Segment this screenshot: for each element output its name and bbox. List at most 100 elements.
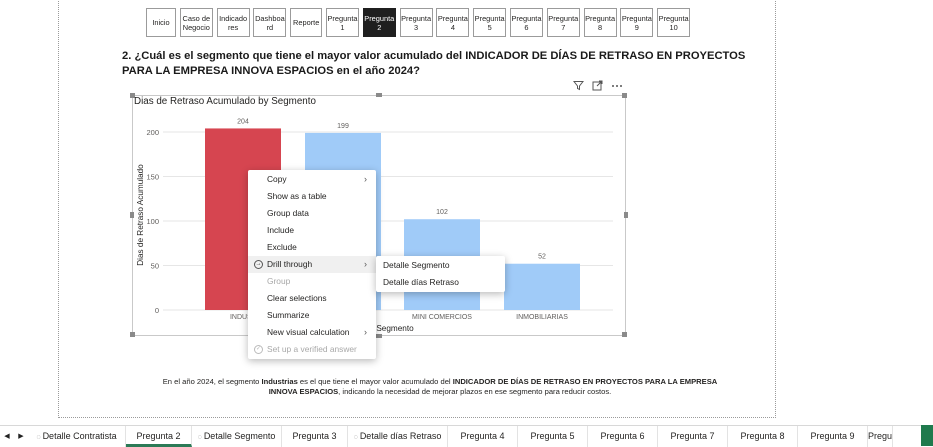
page-tab-label: Pregunta 8 bbox=[740, 431, 785, 441]
page-tab[interactable]: ◌ Detalle Contratista bbox=[28, 426, 126, 447]
nav-button-10[interactable]: Pregunta 5 bbox=[473, 8, 507, 37]
nav-button-8[interactable]: Pregunta 3 bbox=[399, 8, 433, 37]
context-menu-item[interactable]: Group data bbox=[248, 205, 376, 222]
context-menu-label: Show as a table bbox=[267, 191, 327, 201]
data-label: 52 bbox=[538, 254, 546, 261]
context-menu: Copy › Show as a table Group data Include Exc… bbox=[248, 170, 376, 359]
y-tick-label: 100 bbox=[146, 217, 159, 226]
nav-button-11[interactable]: Pregunta 6 bbox=[509, 8, 543, 37]
resize-handle-top[interactable] bbox=[376, 93, 382, 97]
page-tab[interactable]: Pregu bbox=[868, 426, 893, 447]
page-tab-label: Pregunta 3 bbox=[292, 431, 337, 441]
question-heading: 2. ¿Cuál es el segmento que tiene el may… bbox=[122, 50, 746, 77]
context-menu-item[interactable]: New visual calculation › bbox=[248, 324, 376, 341]
navigation-bar: Inicio Caso de Negocio Indicado res Dashboa… bbox=[146, 8, 694, 38]
context-menu-label: Exclude bbox=[267, 242, 297, 252]
y-tick-label: 200 bbox=[146, 128, 159, 137]
page-tab[interactable]: Pregunta 9 bbox=[798, 426, 868, 447]
page-tab-bar: ◀ ▶ ◌ Detalle Contratista Pregunta 2 ◌ Detal… bbox=[0, 425, 933, 447]
resize-handle-bottom[interactable] bbox=[376, 334, 382, 338]
context-menu-item[interactable]: → Drill through › bbox=[248, 256, 376, 273]
page-tab-label: Detalle Segmento bbox=[203, 431, 276, 441]
caption-bold-segment: Industrias bbox=[261, 377, 298, 386]
page-tab[interactable]: Pregunta 6 bbox=[588, 426, 658, 447]
nav-button-4[interactable]: Dashboa rd bbox=[253, 8, 287, 37]
page-tab-label: Pregunta 4 bbox=[460, 431, 505, 441]
page-tab[interactable]: Pregunta 4 bbox=[448, 426, 518, 447]
nav-button-5[interactable]: Reporte bbox=[290, 8, 323, 37]
chevron-right-icon: › bbox=[364, 327, 367, 337]
context-menu-label: Set up a verified answer bbox=[267, 344, 357, 354]
verified-answer-icon: ✓ bbox=[254, 345, 263, 354]
nav-button-15[interactable]: Pregunta 10 bbox=[657, 8, 691, 37]
page-tab[interactable]: ◌ Detalle días Retraso bbox=[348, 426, 448, 447]
context-menu-item[interactable]: Exclude bbox=[248, 239, 376, 256]
tab-scroll-arrows: ◀ ▶ bbox=[0, 426, 28, 446]
x-tick-label: INMOBILIARIAS bbox=[516, 314, 568, 321]
context-menu-item[interactable]: Copy › bbox=[248, 171, 376, 188]
page-tab-label: Pregunta 6 bbox=[600, 431, 645, 441]
page-tab[interactable]: Pregunta 8 bbox=[728, 426, 798, 447]
drill-through-submenu: Detalle Segmento Detalle días Retraso bbox=[376, 256, 505, 292]
hidden-page-icon: ◌ bbox=[197, 434, 202, 441]
caption-text: es el que tiene el mayor valor acumulado… bbox=[297, 377, 453, 386]
y-tick-label: 150 bbox=[146, 173, 159, 182]
page-tab[interactable]: Pregunta 3 bbox=[282, 426, 348, 447]
data-label: 199 bbox=[337, 123, 349, 130]
scroll-left-icon[interactable]: ◀ bbox=[4, 432, 9, 440]
nav-button-13[interactable]: Pregunta 8 bbox=[583, 8, 617, 37]
filter-icon[interactable] bbox=[572, 80, 585, 94]
scroll-right-icon[interactable]: ▶ bbox=[18, 432, 23, 440]
caption-text: En el año 2024, el segmento bbox=[162, 377, 262, 386]
context-menu-label: New visual calculation bbox=[267, 327, 350, 337]
nav-button-12[interactable]: Pregunta 7 bbox=[546, 8, 580, 37]
nav-button-3[interactable]: Indicado res bbox=[216, 8, 250, 37]
nav-button-6[interactable]: Pregunta 1 bbox=[325, 8, 359, 37]
caption-text: , indicando la necesidad de mejorar plaz… bbox=[338, 387, 612, 396]
data-label: 102 bbox=[436, 209, 448, 216]
nav-button-2[interactable]: Caso de Negocio bbox=[179, 8, 213, 37]
page-tab[interactable]: Pregunta 5 bbox=[518, 426, 588, 447]
nav-button-9[interactable]: Pregunta 4 bbox=[436, 8, 470, 37]
context-menu-label: Group data bbox=[267, 208, 309, 218]
page-tab-label: Pregunta 7 bbox=[670, 431, 715, 441]
visual-header bbox=[572, 80, 623, 94]
context-menu-item[interactable]: Include bbox=[248, 222, 376, 239]
context-menu-label: Copy bbox=[267, 174, 287, 184]
chevron-right-icon: › bbox=[364, 174, 367, 184]
context-menu-label: Summarize bbox=[267, 310, 310, 320]
nav-button-14[interactable]: Pregunta 9 bbox=[620, 8, 654, 37]
nav-button-7[interactable]: Pregunta 2 bbox=[362, 8, 396, 37]
context-menu-label: Include bbox=[267, 225, 295, 235]
page-tab-label: Pregunta 5 bbox=[530, 431, 575, 441]
context-menu-label: Clear selections bbox=[267, 293, 327, 303]
drill-through-target[interactable]: Detalle días Retraso bbox=[376, 274, 505, 291]
page-tab[interactable]: Pregunta 7 bbox=[658, 426, 728, 447]
more-options-icon[interactable] bbox=[611, 80, 623, 94]
hidden-page-icon: ◌ bbox=[36, 434, 41, 441]
page-tab[interactable]: Pregunta 2 bbox=[126, 426, 192, 447]
x-tick-label: MINI COMERCIOS bbox=[412, 314, 472, 321]
focus-mode-icon[interactable] bbox=[592, 80, 603, 94]
data-label: 204 bbox=[237, 118, 249, 125]
context-menu-item: Group bbox=[248, 273, 376, 290]
context-menu-item[interactable]: Summarize bbox=[248, 307, 376, 324]
x-axis-label: Segmento bbox=[376, 324, 414, 333]
page-tab[interactable]: ◌ Detalle Segmento bbox=[192, 426, 282, 447]
resize-handle-top-right[interactable] bbox=[622, 93, 627, 98]
resize-handle-right[interactable] bbox=[624, 212, 628, 218]
page-tab-label: Pregunta 2 bbox=[136, 431, 181, 441]
page-tab-label: Pregu bbox=[868, 431, 893, 441]
context-menu-label: Group bbox=[267, 276, 291, 286]
chevron-right-icon: › bbox=[364, 259, 367, 269]
page-tab-label: Detalle Contratista bbox=[42, 431, 117, 441]
chart-title: Dias de Retraso Acumulado by Segmento bbox=[134, 96, 316, 107]
drill-through-target[interactable]: Detalle Segmento bbox=[376, 257, 505, 274]
bar-4 bbox=[504, 263, 580, 310]
y-tick-label: 0 bbox=[155, 306, 159, 315]
nav-button-1[interactable]: Inicio bbox=[146, 8, 176, 37]
hidden-page-icon: ◌ bbox=[353, 434, 358, 441]
context-menu-item[interactable]: Clear selections bbox=[248, 290, 376, 307]
context-menu-item[interactable]: Show as a table bbox=[248, 188, 376, 205]
drill-through-icon: → bbox=[254, 260, 263, 269]
